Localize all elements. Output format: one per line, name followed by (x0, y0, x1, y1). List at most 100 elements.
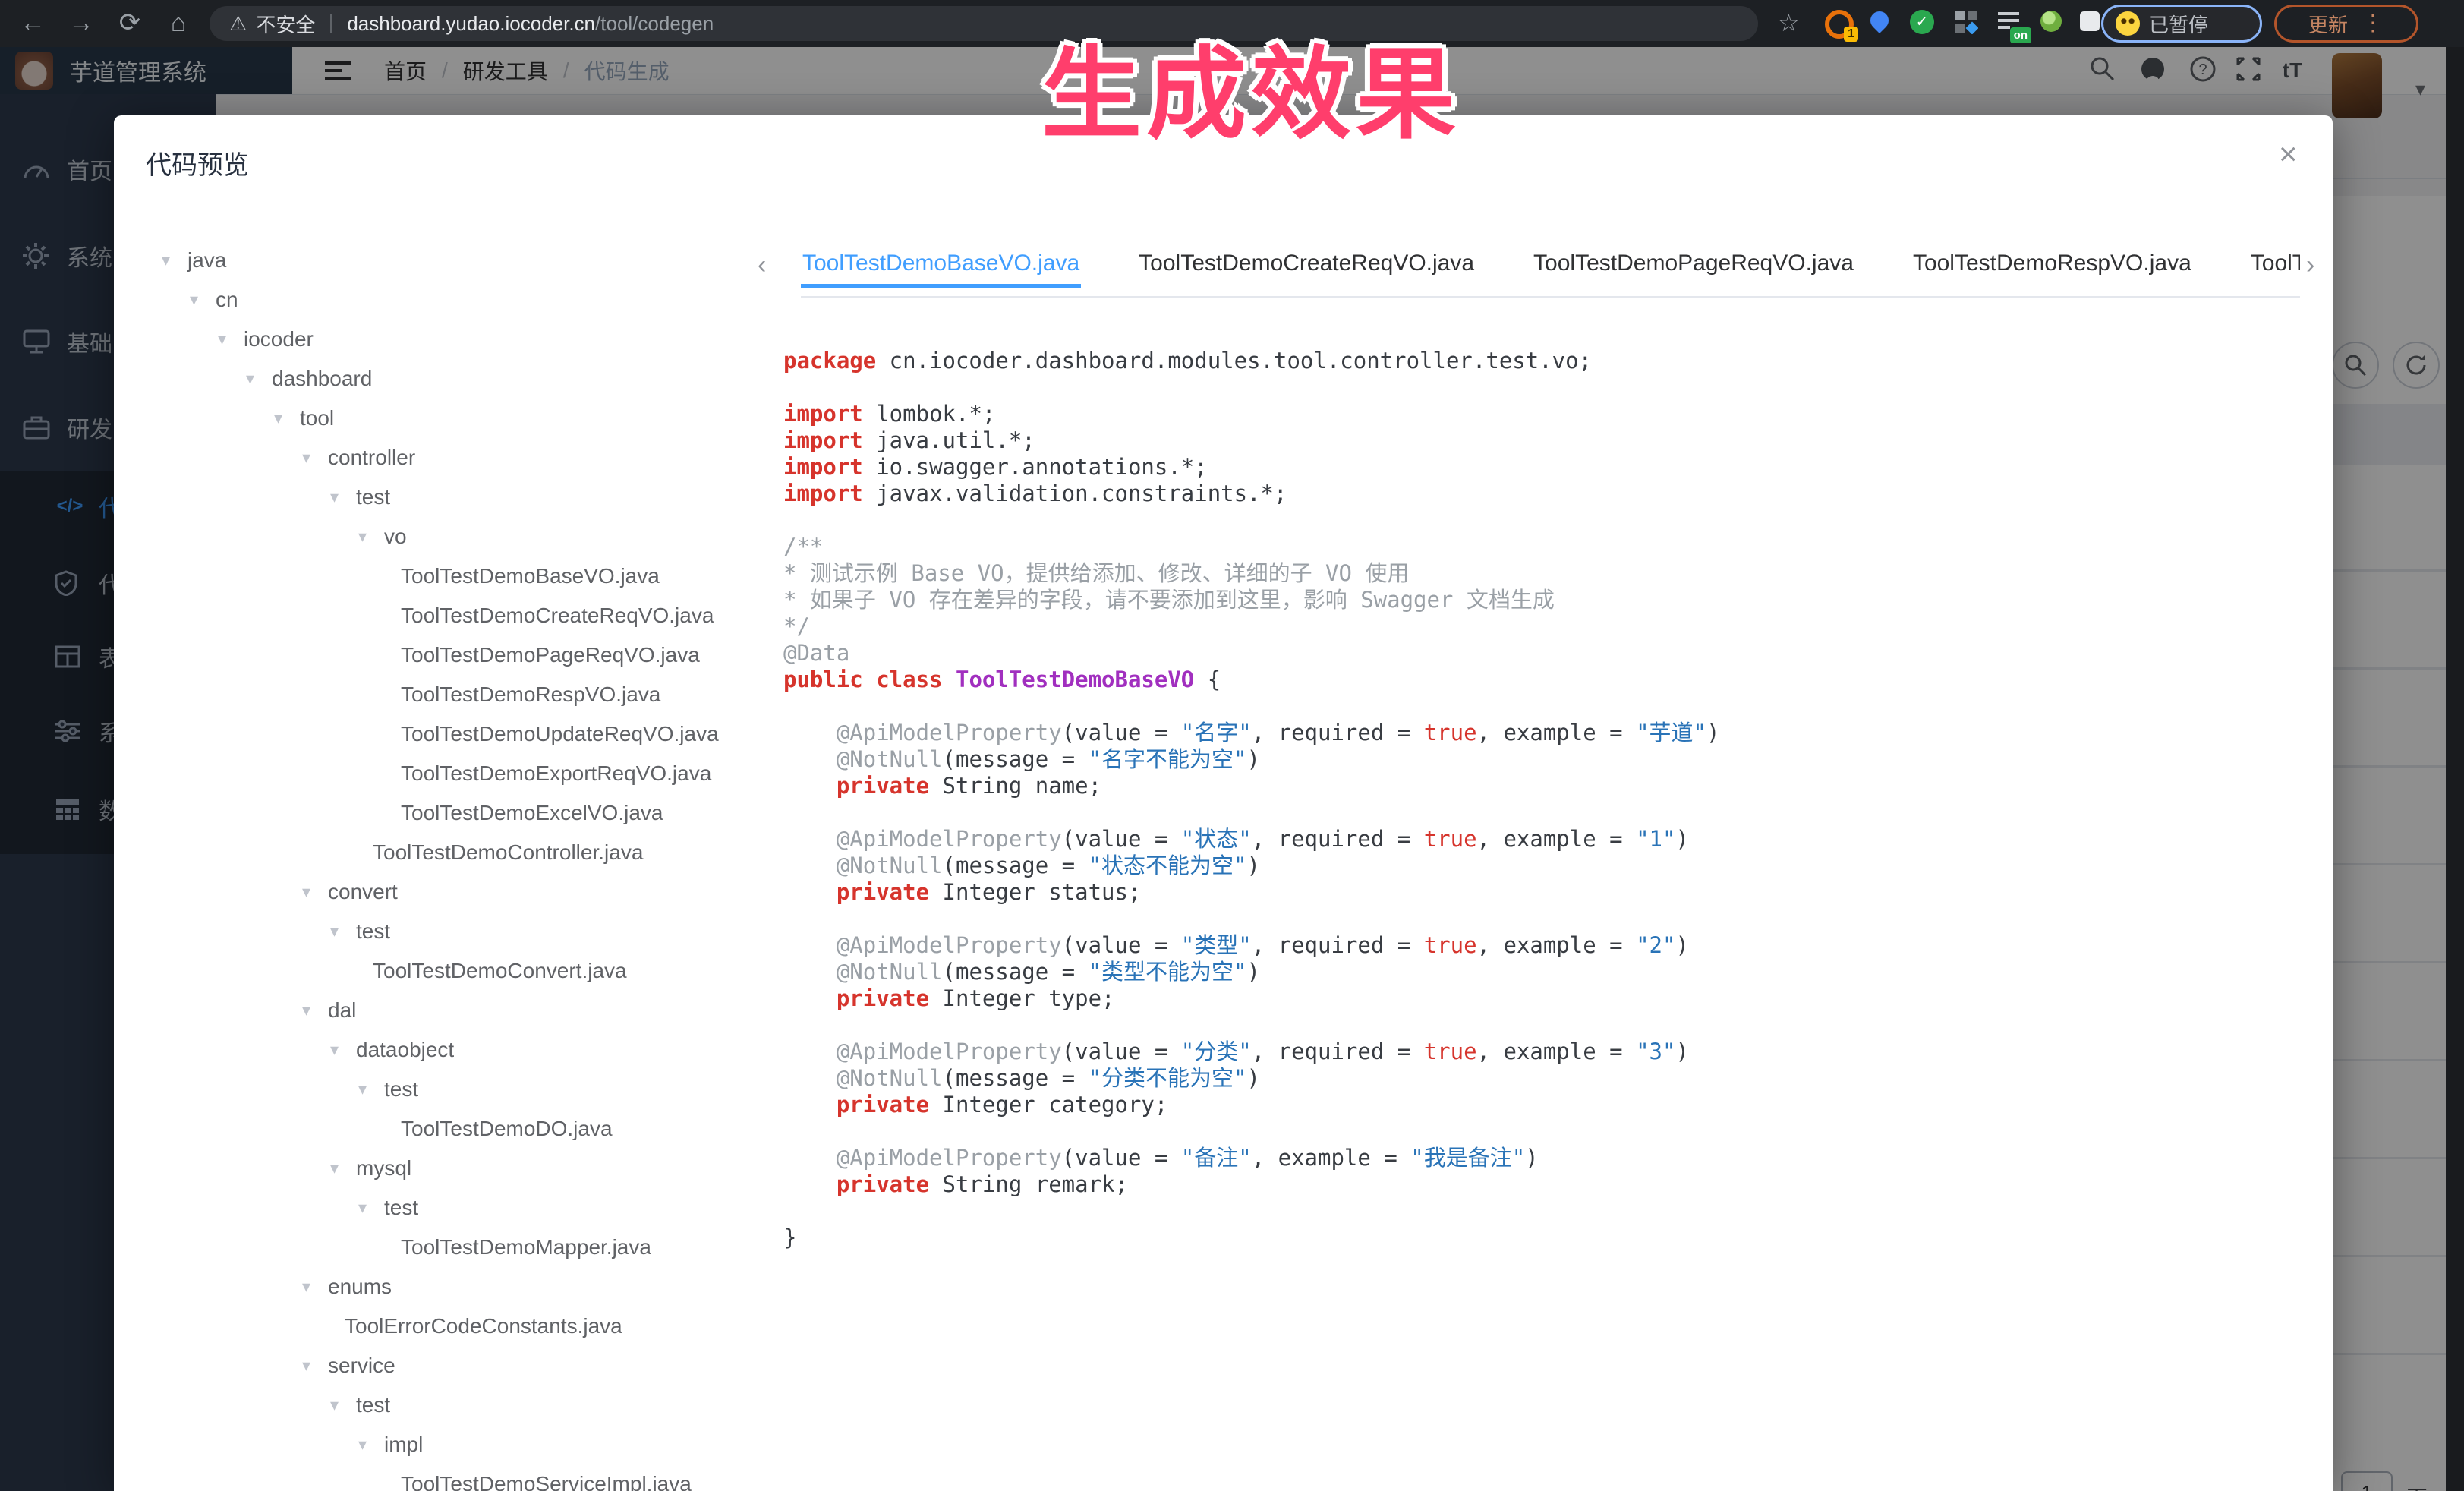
browser-refresh-button[interactable]: ⟳ (111, 0, 149, 47)
code-line: private String remark; (783, 1171, 2317, 1198)
tree-node[interactable]: ToolTestDemoServiceImpl.java (114, 1464, 771, 1491)
caret-down-icon[interactable]: ▾ (246, 369, 272, 389)
tree-node-label: dal (328, 998, 356, 1023)
tree-node[interactable]: ToolErrorCodeConstants.java (114, 1307, 771, 1346)
caret-down-icon[interactable]: ▾ (330, 922, 356, 941)
file-tab[interactable]: ToolTestDemoCreateReqVO.java (1137, 243, 1476, 288)
caret-down-icon[interactable]: ▾ (358, 1198, 384, 1218)
kebab-menu-icon[interactable]: ⋮ (2362, 12, 2384, 35)
browser-forward-button[interactable]: → (62, 0, 100, 47)
tree-node-label: convert (328, 880, 398, 904)
tree-node[interactable]: ▾iocoder (114, 320, 771, 359)
caret-down-icon[interactable]: ▾ (274, 408, 300, 428)
tree-node-label: vo (384, 525, 407, 549)
caret-down-icon[interactable]: ▾ (358, 1435, 384, 1455)
caret-down-icon[interactable]: ▾ (330, 1158, 356, 1178)
caret-down-icon[interactable]: ▾ (162, 251, 187, 270)
browser-back-button[interactable]: ← (14, 0, 52, 47)
tree-node[interactable]: ToolTestDemoController.java (114, 833, 771, 872)
caret-down-icon[interactable]: ▾ (358, 1080, 384, 1099)
caret-down-icon[interactable]: ▾ (330, 1395, 356, 1415)
tree-node[interactable]: ToolTestDemoUpdateReqVO.java (114, 714, 771, 754)
file-tab[interactable]: ToolTe (2249, 243, 2300, 288)
tree-node-label: ToolTestDemoConvert.java (373, 959, 627, 983)
tree-node[interactable]: ▾vo (114, 517, 771, 556)
browser-home-button[interactable]: ⌂ (159, 0, 197, 47)
code-line: @NotNull(message = "类型不能为空") (783, 959, 2317, 985)
tree-node[interactable]: ToolTestDemoCreateReqVO.java (114, 596, 771, 635)
file-tab[interactable]: ToolTestDemoPageReqVO.java (1532, 243, 1855, 288)
caret-down-icon[interactable]: ▾ (330, 1040, 356, 1060)
extension-icon-6[interactable] (2040, 11, 2068, 38)
caret-down-icon[interactable]: ▾ (358, 527, 384, 547)
profile-chip[interactable]: 已暂停 (2101, 5, 2262, 43)
extension-icon-2[interactable] (1870, 11, 1898, 39)
caret-down-icon[interactable]: ▾ (302, 1277, 328, 1297)
extension-icon-4[interactable] (1954, 10, 1981, 37)
tree-node[interactable]: ▾java (114, 241, 771, 280)
caret-down-icon[interactable]: ▾ (302, 448, 328, 468)
tree-node[interactable]: ▾test (114, 912, 771, 951)
tree-node[interactable]: ▾cn (114, 280, 771, 320)
file-tab[interactable]: ToolTestDemoBaseVO.java (801, 243, 1081, 288)
tree-node[interactable]: ▾test (114, 1070, 771, 1109)
tree-node[interactable]: ▾test (114, 478, 771, 517)
extension-icon-3[interactable]: ✓ (1910, 10, 1937, 37)
scrollbar-strip[interactable] (2446, 47, 2464, 1491)
tree-node[interactable]: ToolTestDemoDO.java (114, 1109, 771, 1149)
tree-node[interactable]: ToolTestDemoBaseVO.java (114, 556, 771, 596)
tab-scroll-right-icon[interactable]: › (2306, 251, 2314, 280)
tree-node[interactable]: ▾test (114, 1188, 771, 1228)
update-button[interactable]: 更新 ⋮ (2274, 5, 2418, 43)
tree-node[interactable]: ToolTestDemoExcelVO.java (114, 793, 771, 833)
annotation-text: 生成效果 (1041, 14, 1460, 159)
caret-down-icon[interactable]: ▾ (302, 882, 328, 902)
tree-node[interactable]: ToolTestDemoConvert.java (114, 951, 771, 991)
tree-node[interactable]: ▾tool (114, 399, 771, 438)
tree-node-label: ToolTestDemoExportReqVO.java (401, 761, 711, 786)
caret-down-icon[interactable]: ▾ (330, 487, 356, 507)
tree-node-label: ToolTestDemoUpdateReqVO.java (401, 722, 719, 746)
code-line: private String name; (783, 773, 2317, 799)
tree-node[interactable]: ToolTestDemoPageReqVO.java (114, 635, 771, 675)
tree-node[interactable]: ▾convert (114, 872, 771, 912)
dialog-close-icon[interactable]: × (2279, 138, 2298, 170)
tree-node[interactable]: ToolTestDemoMapper.java (114, 1228, 771, 1267)
bookmark-star-icon[interactable]: ☆ (1778, 0, 1800, 47)
tree-node[interactable]: ▾enums (114, 1267, 771, 1307)
tree-node-label: ToolTestDemoRespVO.java (401, 682, 660, 707)
extension-on-badge: on (2010, 27, 2031, 43)
tree-node[interactable]: ▾dashboard (114, 359, 771, 399)
tree-node[interactable]: ToolTestDemoRespVO.java (114, 675, 771, 714)
code-line: @NotNull(message = "名字不能为空") (783, 746, 2317, 773)
security-label[interactable]: 不安全 (256, 10, 315, 38)
caret-down-icon[interactable]: ▾ (190, 290, 216, 310)
tree-node-label: ToolTestDemoMapper.java (401, 1235, 651, 1259)
tree-node[interactable]: ▾controller (114, 438, 771, 478)
tree-node[interactable]: ▾service (114, 1346, 771, 1385)
address-bar[interactable]: ⚠ 不安全 dashboard.yudao.iocoder.cn/tool/co… (210, 6, 1758, 41)
extension-icon-5[interactable]: on (1996, 10, 2024, 37)
tree-node[interactable]: ▾test (114, 1385, 771, 1425)
url-path: /tool/codegen (595, 12, 714, 36)
tree-node[interactable]: ▾dal (114, 991, 771, 1030)
tree-node[interactable]: ▾mysql (114, 1149, 771, 1188)
tree-node[interactable]: ▾impl (114, 1425, 771, 1464)
tree-node-label: test (356, 1393, 390, 1417)
tree-node[interactable]: ▾dataobject (114, 1030, 771, 1070)
file-tree: ▾java▾cn▾iocoder▾dashboard▾tool▾controll… (114, 241, 771, 1491)
file-tab[interactable]: ToolTestDemoRespVO.java (1911, 243, 2193, 288)
extension-icon-1[interactable]: 1 (1825, 10, 1852, 37)
code-line: @NotNull(message = "分类不能为空") (783, 1065, 2317, 1092)
caret-down-icon[interactable]: ▾ (218, 329, 244, 349)
caret-down-icon[interactable]: ▾ (302, 1001, 328, 1020)
tab-scroll-left-icon[interactable]: ‹ (758, 251, 766, 280)
code-preview-dialog: 代码预览 × ▾java▾cn▾iocoder▾dashboard▾tool▾c… (114, 115, 2333, 1491)
caret-down-icon[interactable]: ▾ (302, 1356, 328, 1376)
code-line: import lombok.*; (783, 401, 2317, 427)
tree-node[interactable]: ToolTestDemoExportReqVO.java (114, 754, 771, 793)
tree-node-label: mysql (356, 1156, 411, 1181)
screen: 芋道管理系统 首页/研发工具/代码生成 ? tT ▾ (0, 0, 2464, 1491)
extension-badge: 1 (1844, 27, 1858, 42)
profile-emoji-icon (2116, 11, 2140, 36)
